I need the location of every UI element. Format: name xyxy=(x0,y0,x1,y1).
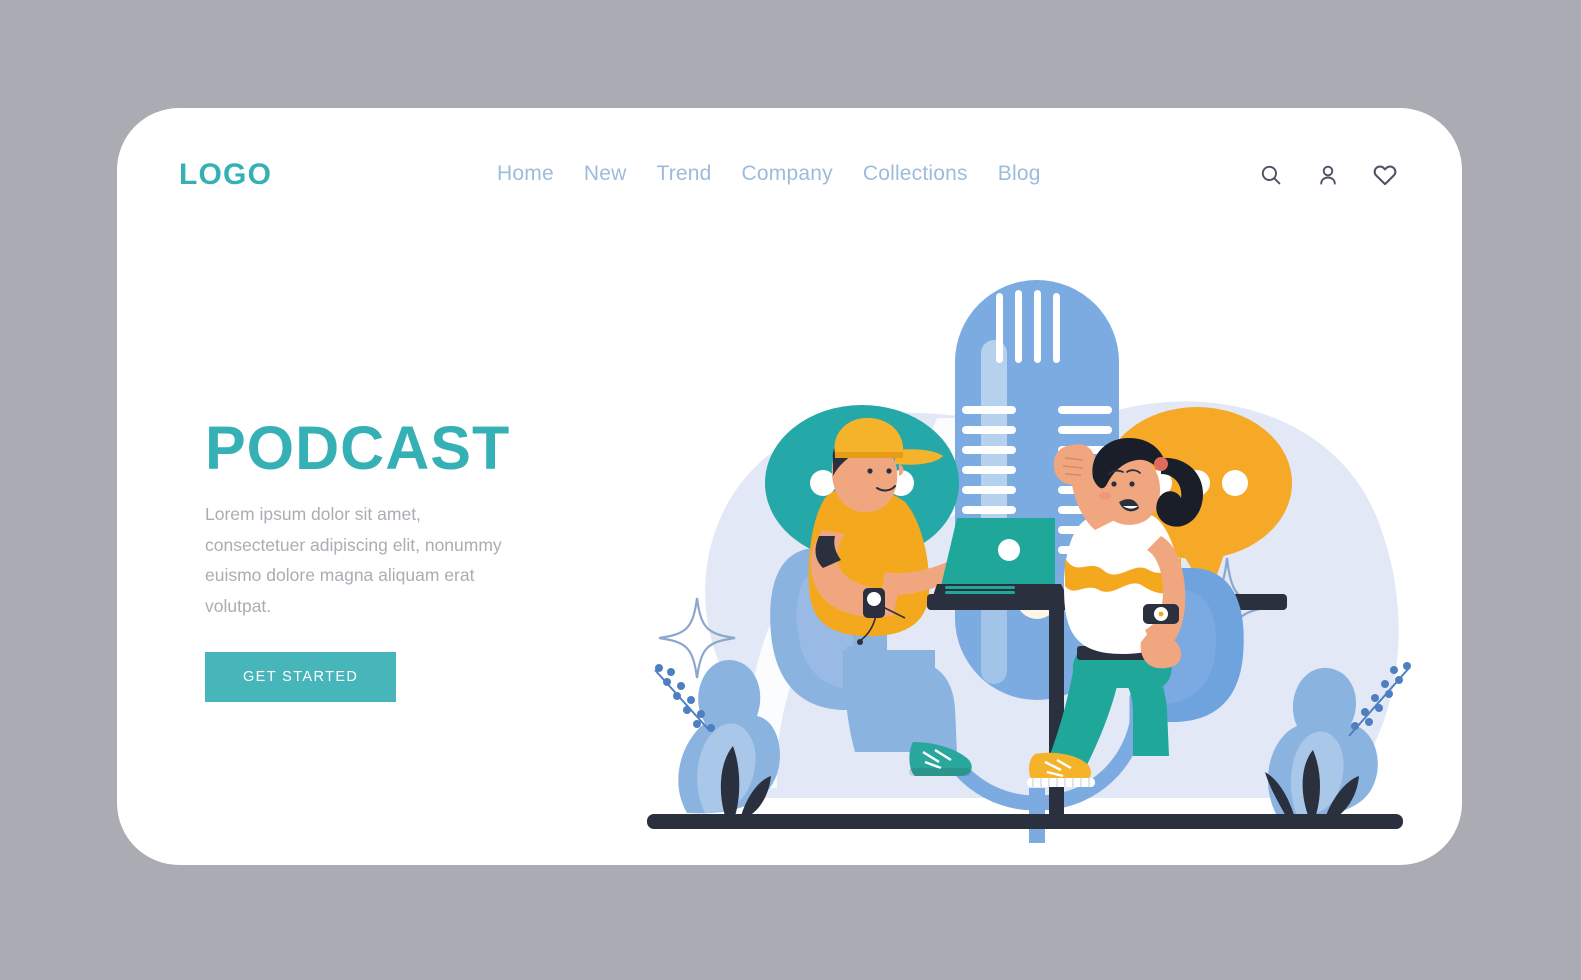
nav-item-collections[interactable]: Collections xyxy=(863,162,968,186)
nav-item-company[interactable]: Company xyxy=(742,162,833,186)
nav-item-trend[interactable]: Trend xyxy=(656,162,711,186)
main-navigation: Home New Trend Company Collections Blog xyxy=(497,162,1041,186)
page-title: PODCAST xyxy=(205,414,511,482)
logo[interactable]: LOGO xyxy=(179,158,272,192)
search-icon[interactable] xyxy=(1256,160,1286,190)
nav-item-home[interactable]: Home xyxy=(497,162,554,186)
screenshot-root: LOGO Home New Trend Company Collections … xyxy=(0,0,1581,980)
nav-item-new[interactable]: New xyxy=(584,162,627,186)
get-started-button[interactable]: GET STARTED xyxy=(205,651,397,702)
nav-item-blog[interactable]: Blog xyxy=(998,162,1041,186)
hero-paragraph: Lorem ipsum dolor sit amet, consectetuer… xyxy=(205,504,502,616)
ground-line xyxy=(647,814,1403,829)
user-icon[interactable] xyxy=(1313,160,1343,190)
header-icon-group xyxy=(1256,160,1400,190)
wristwatch-woman xyxy=(1143,604,1179,624)
landing-page-card: LOGO Home New Trend Company Collections … xyxy=(117,108,1462,865)
heart-icon[interactable] xyxy=(1370,160,1400,190)
site-header: LOGO Home New Trend Company Collections … xyxy=(117,108,1462,258)
podcast-illustration xyxy=(637,268,1437,858)
hero-section: PODCAST Lorem ipsum dolor sit amet, cons… xyxy=(205,418,635,702)
wristwatch-man xyxy=(863,588,885,618)
